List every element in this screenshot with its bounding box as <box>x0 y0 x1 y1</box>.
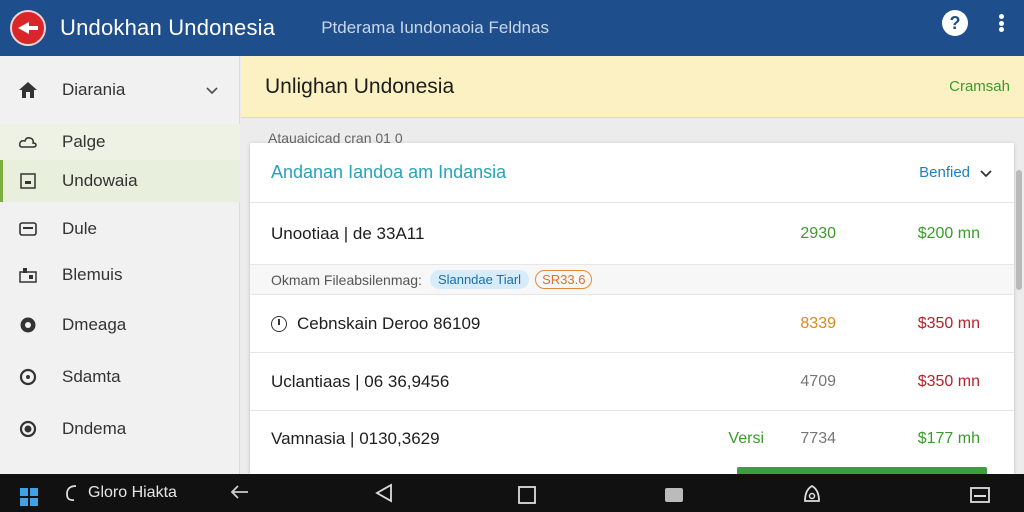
table-row[interactable]: Unootiaa | de 33A11 2930 $200 mn <box>250 204 1014 265</box>
ring-icon <box>18 367 38 387</box>
row-label: Unootiaa | de 33A11 <box>271 224 425 243</box>
app-logo[interactable] <box>10 10 46 46</box>
scrollbar[interactable] <box>1016 170 1022 290</box>
meta-text: Okmam Fileabsilenmag: <box>271 271 422 288</box>
nav-back-triangle-icon[interactable] <box>374 483 394 503</box>
grid-icon <box>18 265 38 285</box>
app-title: Undokhan Undonesia <box>60 15 276 40</box>
table-row[interactable]: Uclantiaas | 06 36,9456 4709 $350 mn <box>250 353 1014 411</box>
help-icon[interactable]: ? <box>942 10 968 36</box>
logo-arrow-icon <box>18 22 38 34</box>
sidebar-item-palge[interactable]: Palge <box>0 124 240 160</box>
more-vert-icon[interactable] <box>996 12 1006 34</box>
sidebar-item-dmeaga[interactable]: Dmeaga <box>0 306 240 344</box>
row-label: Cebnskain Deroo 86109 <box>297 313 481 333</box>
card-title: Andanan Iandoa am Indansia <box>271 162 507 182</box>
notification-icon[interactable] <box>802 484 822 504</box>
sidebar-item-dule[interactable]: Dule <box>0 210 240 248</box>
square-icon <box>18 171 38 191</box>
row-amount: $177 mh <box>917 430 980 447</box>
card-header: Andanan Iandoa am Indansia Benfied <box>250 143 1014 203</box>
data-card: Andanan Iandoa am Indansia Benfied Unoot… <box>250 143 1014 474</box>
sidebar-item-diarania[interactable]: Diarania <box>0 68 240 112</box>
row-value: 2930 <box>800 225 836 242</box>
sidebar-item-label: Dndema <box>62 419 127 438</box>
filter-label: Benfied <box>919 164 970 181</box>
value-badge[interactable]: SR33.6 <box>535 270 593 289</box>
row-label: Uclantiaas | 06 36,9456 <box>271 371 450 391</box>
sidebar-item-sdamta[interactable]: Sdamta <box>0 358 240 396</box>
taskbar-app-label: Gloro Hiakta <box>88 484 177 501</box>
app-bar: Undokhan Undonesia Ptderama Iundonaoia F… <box>0 0 1024 56</box>
cortana-icon[interactable]: Gloro Hiakta <box>64 483 177 503</box>
sidebar-item-blemuis[interactable]: Blemuis <box>0 256 240 294</box>
sidebar-item-label: Palge <box>62 132 106 151</box>
page-title: Unlighan Undonesia <box>265 74 455 98</box>
dot-circle-icon <box>18 419 38 439</box>
version-tag: Versi <box>728 430 764 447</box>
primary-action-button[interactable] <box>737 467 987 474</box>
nav-recent-icon[interactable] <box>664 487 684 503</box>
banner-action-link[interactable]: Cramsah <box>949 78 1010 95</box>
filter-dropdown[interactable]: Benfied <box>919 164 992 181</box>
circle-icon <box>18 315 38 335</box>
nav-home-square-icon[interactable] <box>518 486 536 504</box>
table-row[interactable]: Vamnasia | 0130,3629 Versi 7734 $177 mh <box>250 411 1014 467</box>
row-value: 4709 <box>800 372 836 390</box>
sidebar-item-label: Dmeaga <box>62 315 127 334</box>
table-row[interactable]: Cebnskain Deroo 86109 8339 $350 mn <box>250 295 1014 353</box>
cloud-icon <box>18 132 38 152</box>
row-amount: $350 mn <box>917 314 980 332</box>
sidebar-item-label: Dule <box>62 219 97 238</box>
taskbar: Gloro Hiakta <box>0 474 1024 512</box>
sidebar-item-label: Blemuis <box>62 265 123 284</box>
rect-icon <box>18 219 38 239</box>
row-amount: $200 mn <box>917 225 980 242</box>
chevron-down-icon <box>980 165 992 181</box>
home-icon <box>18 80 38 100</box>
sidebar-item-label: Undowaia <box>62 171 138 190</box>
row-value: 8339 <box>800 314 836 332</box>
tray-window-icon[interactable] <box>970 487 990 503</box>
windows-start-icon[interactable] <box>20 488 38 506</box>
page-banner: Unlighan Undonesia Cramsah <box>241 56 1024 118</box>
row-amount: $350 mn <box>917 372 980 390</box>
row-label: Vamnasia | 0130,3629 <box>271 429 440 448</box>
status-badge[interactable]: Slanndae Tiarl <box>429 270 530 289</box>
row-value: 7734 <box>800 430 836 447</box>
sidebar-item-undowaia[interactable]: Undowaia <box>0 160 240 202</box>
sidebar-item-label: Sdamta <box>62 367 121 386</box>
clock-icon <box>271 315 287 332</box>
row-meta: Okmam Fileabsilenmag: Slanndae Tiarl SR3… <box>250 265 1014 295</box>
back-arrow-icon[interactable] <box>230 485 250 499</box>
sidebar-item-label: Diarania <box>62 80 126 99</box>
chevron-down-icon[interactable] <box>206 80 218 100</box>
app-subtitle: Ptderama Iundonaoia Feldnas <box>321 18 549 37</box>
sidebar-item-dndema[interactable]: Dndema <box>0 410 240 448</box>
sidebar: Diarania Palge Undowaia Dule Blemuis Dme… <box>0 56 240 474</box>
